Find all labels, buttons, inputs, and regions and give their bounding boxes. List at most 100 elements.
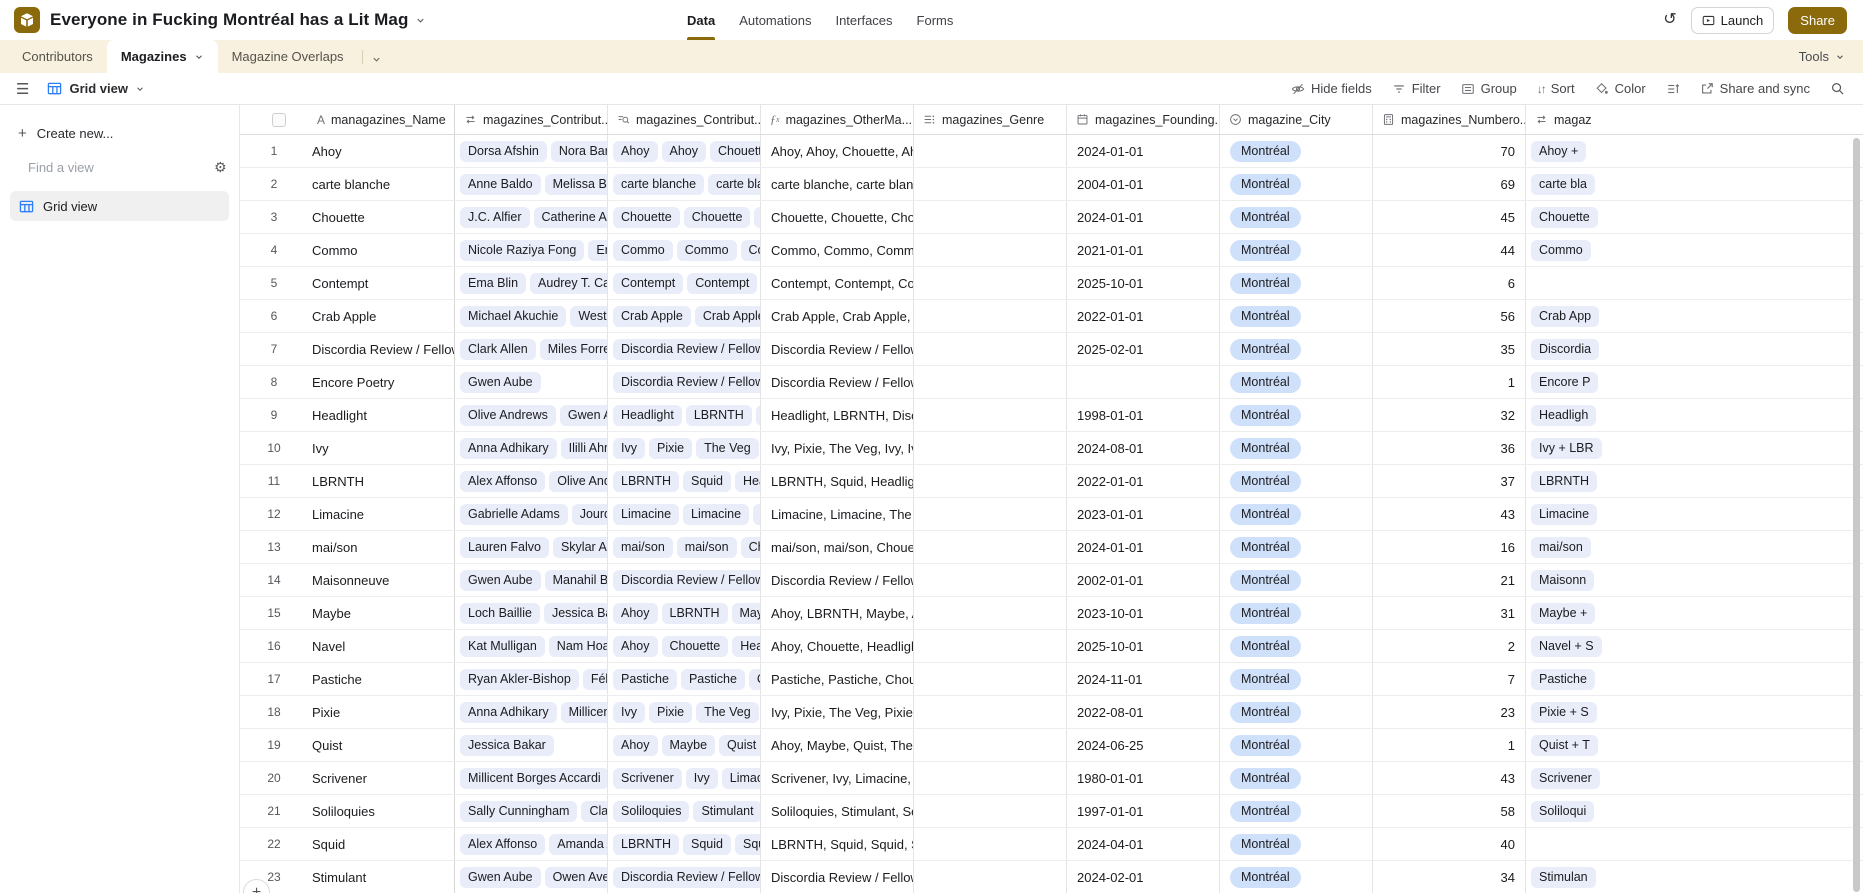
cell-number-of[interactable]: 45 <box>1373 201 1526 233</box>
magazine-chip[interactable]: LBRNTH <box>613 833 680 855</box>
city-pill[interactable]: Montréal <box>1230 800 1301 822</box>
overlap-chip[interactable]: Ahoy + <box>1531 140 1587 162</box>
contributor-chip[interactable]: Melissa Bull <box>544 173 607 195</box>
contributor-chip[interactable]: Manahil Bandu <box>544 569 607 591</box>
row-select-cell[interactable]: 18 <box>240 696 308 728</box>
cell-other-magazines[interactable]: Discordia Review / Fellow T... <box>761 366 914 398</box>
cell-other-magazines[interactable]: Ahoy, LBRNTH, Maybe, Ah... <box>761 597 914 629</box>
cell-founding-date[interactable]: 2024-06-25 <box>1067 729 1220 761</box>
contributor-chip[interactable]: Jessica Bakar <box>460 734 554 756</box>
overlap-chip[interactable]: Chouette <box>1531 206 1598 228</box>
column-header-contributors-lookup[interactable]: magazines_Contribut... <box>608 105 761 134</box>
cell-other-magazines[interactable]: Ivy, Pixie, The Veg, Ivy, Ivy, I... <box>761 432 914 464</box>
contributor-chip[interactable]: Anna Adhikary <box>460 701 557 723</box>
magazine-chip[interactable]: Commo <box>740 239 760 261</box>
contributor-chip[interactable]: Sally Cunningham <box>460 800 578 822</box>
cell-name[interactable]: Navel <box>308 630 455 662</box>
magazine-chip[interactable]: Squid <box>735 833 760 855</box>
column-header-founding-date[interactable]: magazines_Founding... <box>1067 105 1220 134</box>
cell-city[interactable]: Montréal <box>1220 828 1373 860</box>
magazine-chip[interactable]: Commo <box>676 239 737 261</box>
cell-number-of[interactable]: 2 <box>1373 630 1526 662</box>
cell-other-magazines[interactable]: mai/son, mai/son, Chouett... <box>761 531 914 563</box>
row-select-cell[interactable]: 10 <box>240 432 308 464</box>
city-pill[interactable]: Montréal <box>1230 635 1301 657</box>
row-number[interactable]: 1 <box>271 144 278 158</box>
cell-founding-date[interactable]: 2024-11-01 <box>1067 663 1220 695</box>
cell-genre[interactable] <box>914 861 1067 893</box>
cell-overlap[interactable]: Maybe + <box>1526 597 1863 629</box>
cell-name[interactable]: mai/son <box>308 531 455 563</box>
tools-menu[interactable]: Tools <box>1799 40 1863 73</box>
cell-city[interactable]: Montréal <box>1220 300 1373 332</box>
magazine-chip[interactable]: Discordia Review / Fellow Tra <box>613 371 760 393</box>
magazine-chip[interactable]: Crab Apple <box>613 305 691 327</box>
cell-other-magazines[interactable]: Discordia Review / Fellow T... <box>761 333 914 365</box>
overlap-chip[interactable]: carte bla <box>1531 173 1595 195</box>
cell-contributor-magazines[interactable]: CommoCommoCommo <box>608 234 761 266</box>
magazine-chip[interactable]: Ivy <box>613 437 645 459</box>
nav-interfaces[interactable]: Interfaces <box>835 0 892 40</box>
sidebar-view-grid-view[interactable]: Grid view <box>10 191 229 221</box>
cell-city[interactable]: Montréal <box>1220 795 1373 827</box>
cell-contributors[interactable]: Clark AllenMiles Forrester <box>455 333 608 365</box>
row-select-cell[interactable]: 17 <box>240 663 308 695</box>
cell-number-of[interactable]: 43 <box>1373 498 1526 530</box>
cell-contributor-magazines[interactable]: PastichePasticheChouett <box>608 663 761 695</box>
cell-contributor-magazines[interactable]: AhoyLBRNTHMaybeA <box>608 597 761 629</box>
cell-overlap[interactable]: Encore P <box>1526 366 1863 398</box>
cell-contributors[interactable]: Sally CunninghamClaire Do <box>455 795 608 827</box>
row-number[interactable]: 3 <box>271 210 278 224</box>
cell-overlap[interactable]: Chouette <box>1526 201 1863 233</box>
cell-other-magazines[interactable]: Discordia Review / Fellow T... <box>761 564 914 596</box>
row-number[interactable]: 4 <box>271 243 278 257</box>
magazine-chip[interactable]: LBRNTH <box>685 404 752 426</box>
cell-founding-date[interactable]: 2025-10-01 <box>1067 630 1220 662</box>
city-pill[interactable]: Montréal <box>1230 173 1301 195</box>
overlap-chip[interactable]: Limacine <box>1531 503 1598 525</box>
contributor-chip[interactable]: Jessica Bakar <box>543 602 607 624</box>
magazine-chip[interactable]: Pixie <box>648 701 693 723</box>
magazine-chip[interactable]: Chouette <box>661 635 729 657</box>
contributor-chip[interactable]: Gwen Aube <box>460 371 541 393</box>
contributor-chip[interactable]: Lauren Falvo <box>460 536 549 558</box>
row-select-cell[interactable]: 19 <box>240 729 308 761</box>
cell-contributor-magazines[interactable]: LBRNTHSquidSquidS <box>608 828 761 860</box>
tab-magazine-overlaps[interactable]: Magazine Overlaps <box>218 40 358 73</box>
overlap-chip[interactable]: Soliloqui <box>1531 800 1595 822</box>
cell-name[interactable]: LBRNTH <box>308 465 455 497</box>
cell-founding-date[interactable] <box>1067 366 1220 398</box>
row-number[interactable]: 12 <box>267 507 280 521</box>
cell-contributors[interactable]: Kat MulliganNam Hoang T <box>455 630 608 662</box>
cell-overlap[interactable]: Ivy + LBR <box>1526 432 1863 464</box>
cell-city[interactable]: Montréal <box>1220 564 1373 596</box>
row-select-cell[interactable]: 22 <box>240 828 308 860</box>
tab-list-chevron-icon[interactable] <box>371 54 382 65</box>
cell-contributor-magazines[interactable]: ContemptContemptCon <box>608 267 761 299</box>
contributor-chip[interactable]: Nicole Raziya Fong <box>460 239 585 261</box>
nav-forms[interactable]: Forms <box>917 0 954 40</box>
cell-name[interactable]: Chouette <box>308 201 455 233</box>
cell-contributor-magazines[interactable]: Discordia Review / Fellow Tra <box>608 366 761 398</box>
cell-contributor-magazines[interactable]: SoliloquiesStimulantSoli <box>608 795 761 827</box>
cell-number-of[interactable]: 16 <box>1373 531 1526 563</box>
cell-city[interactable]: Montréal <box>1220 234 1373 266</box>
cell-overlap[interactable]: Commo <box>1526 234 1863 266</box>
cell-name[interactable]: Soliloquies <box>308 795 455 827</box>
city-pill[interactable]: Montréal <box>1230 701 1301 723</box>
cell-contributors[interactable]: Millicent Borges AccardiSte <box>455 762 608 794</box>
cell-name[interactable]: Squid <box>308 828 455 860</box>
cell-contributors[interactable]: Alex AffonsoAmanda Andr <box>455 828 608 860</box>
tab-magazines[interactable]: Magazines <box>106 40 218 73</box>
magazine-chip[interactable]: Squid <box>683 470 731 492</box>
cell-city[interactable]: Montréal <box>1220 531 1373 563</box>
cell-overlap[interactable]: Stimulan <box>1526 861 1863 893</box>
row-select-cell[interactable]: 3 <box>240 201 308 233</box>
cell-name[interactable]: Limacine <box>308 498 455 530</box>
cell-founding-date[interactable]: 2022-08-01 <box>1067 696 1220 728</box>
cell-contributor-magazines[interactable]: Crab AppleCrab AppleC <box>608 300 761 332</box>
row-select-cell[interactable]: 16 <box>240 630 308 662</box>
row-number[interactable]: 16 <box>267 639 280 653</box>
cell-genre[interactable] <box>914 465 1067 497</box>
column-header-name[interactable]: A managazines_Name <box>308 105 455 134</box>
